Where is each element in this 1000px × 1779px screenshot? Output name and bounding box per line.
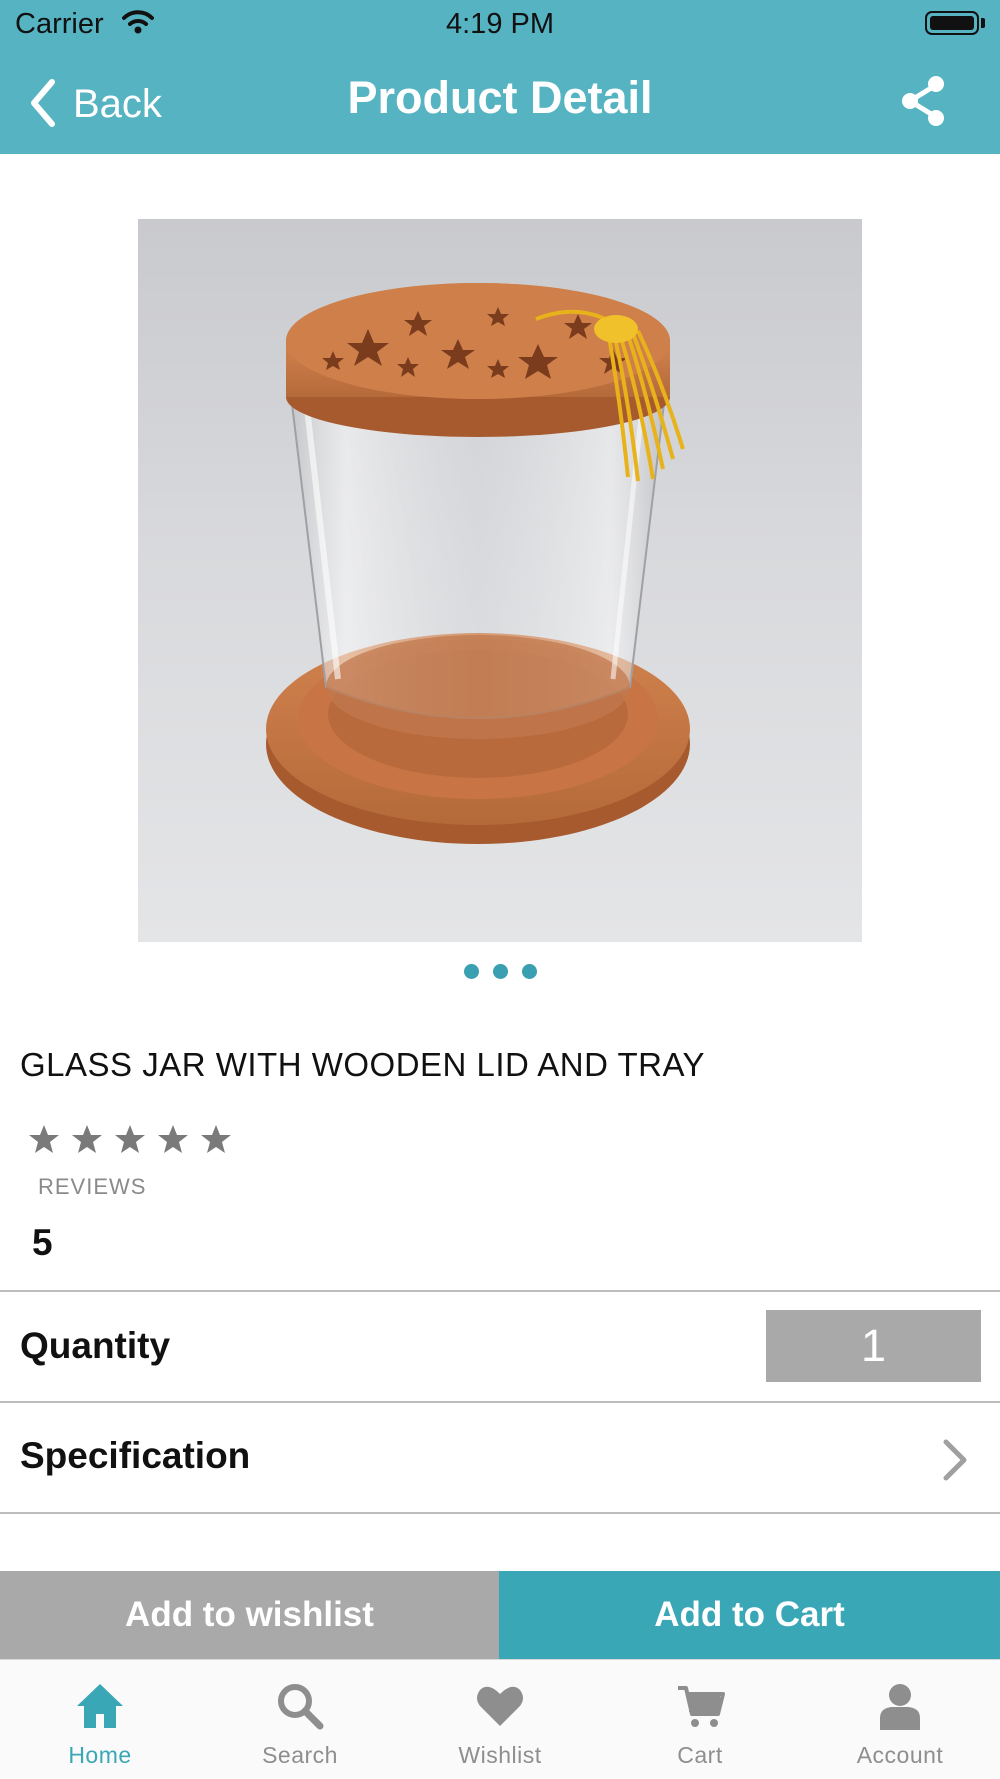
tab-label: Home [68, 1742, 132, 1768]
star-icon [201, 1125, 231, 1153]
tab-label: Wishlist [458, 1742, 542, 1768]
pager-dot[interactable] [521, 964, 537, 979]
product-image[interactable] [138, 219, 862, 942]
tab-wishlist[interactable]: Wishlist [400, 1660, 600, 1779]
nav-bar: Back Product Detail [0, 50, 1000, 154]
reviews-label: REVIEWS [38, 1174, 147, 1199]
reviews-count: 5 [32, 1222, 53, 1263]
add-to-cart-button[interactable]: Add to Cart [499, 1571, 1000, 1659]
battery-tip [981, 18, 985, 28]
tab-account[interactable]: Account [800, 1660, 1000, 1779]
battery-icon [925, 11, 979, 35]
specification-label: Specification [20, 1435, 251, 1476]
status-bar: Carrier 4:19 PM [0, 0, 1000, 50]
star-icon [158, 1125, 188, 1153]
star-icon [72, 1125, 102, 1153]
quantity-field[interactable]: 1 [766, 1310, 981, 1382]
add-to-wishlist-button[interactable]: Add to wishlist [0, 1571, 499, 1659]
product-title: GLASS JAR WITH WOODEN LID AND TRAY [20, 1046, 706, 1083]
divider [0, 1512, 1000, 1514]
chevron-right-icon [943, 1439, 967, 1481]
tab-label: Cart [677, 1742, 723, 1768]
product-photo [266, 283, 690, 844]
cart-icon [678, 1686, 725, 1727]
search-icon [278, 1684, 324, 1730]
star-icon [115, 1125, 145, 1153]
home-icon [77, 1684, 123, 1728]
rating-stars [28, 1124, 243, 1160]
pager-dot[interactable] [492, 964, 508, 979]
divider [0, 1401, 1000, 1403]
tab-label: Search [262, 1742, 338, 1768]
specification-row[interactable]: Specification [0, 1404, 1000, 1512]
pager-dot[interactable] [463, 964, 479, 979]
page-title: Product Detail [347, 72, 653, 123]
share-icon[interactable] [898, 74, 948, 128]
tab-home[interactable]: Home [0, 1660, 200, 1779]
tab-label: Account [856, 1742, 944, 1768]
quantity-label: Quantity [20, 1325, 171, 1366]
carousel-pager[interactable] [0, 964, 1000, 984]
divider [0, 1290, 1000, 1292]
tab-bar: Home Search Wishlist Cart Account [0, 1659, 1000, 1778]
heart-icon [477, 1686, 523, 1726]
tab-search[interactable]: Search [200, 1660, 400, 1779]
status-time: 4:19 PM [446, 8, 554, 40]
tab-cart[interactable]: Cart [600, 1660, 800, 1779]
star-icon [29, 1125, 59, 1153]
account-icon [880, 1684, 920, 1730]
